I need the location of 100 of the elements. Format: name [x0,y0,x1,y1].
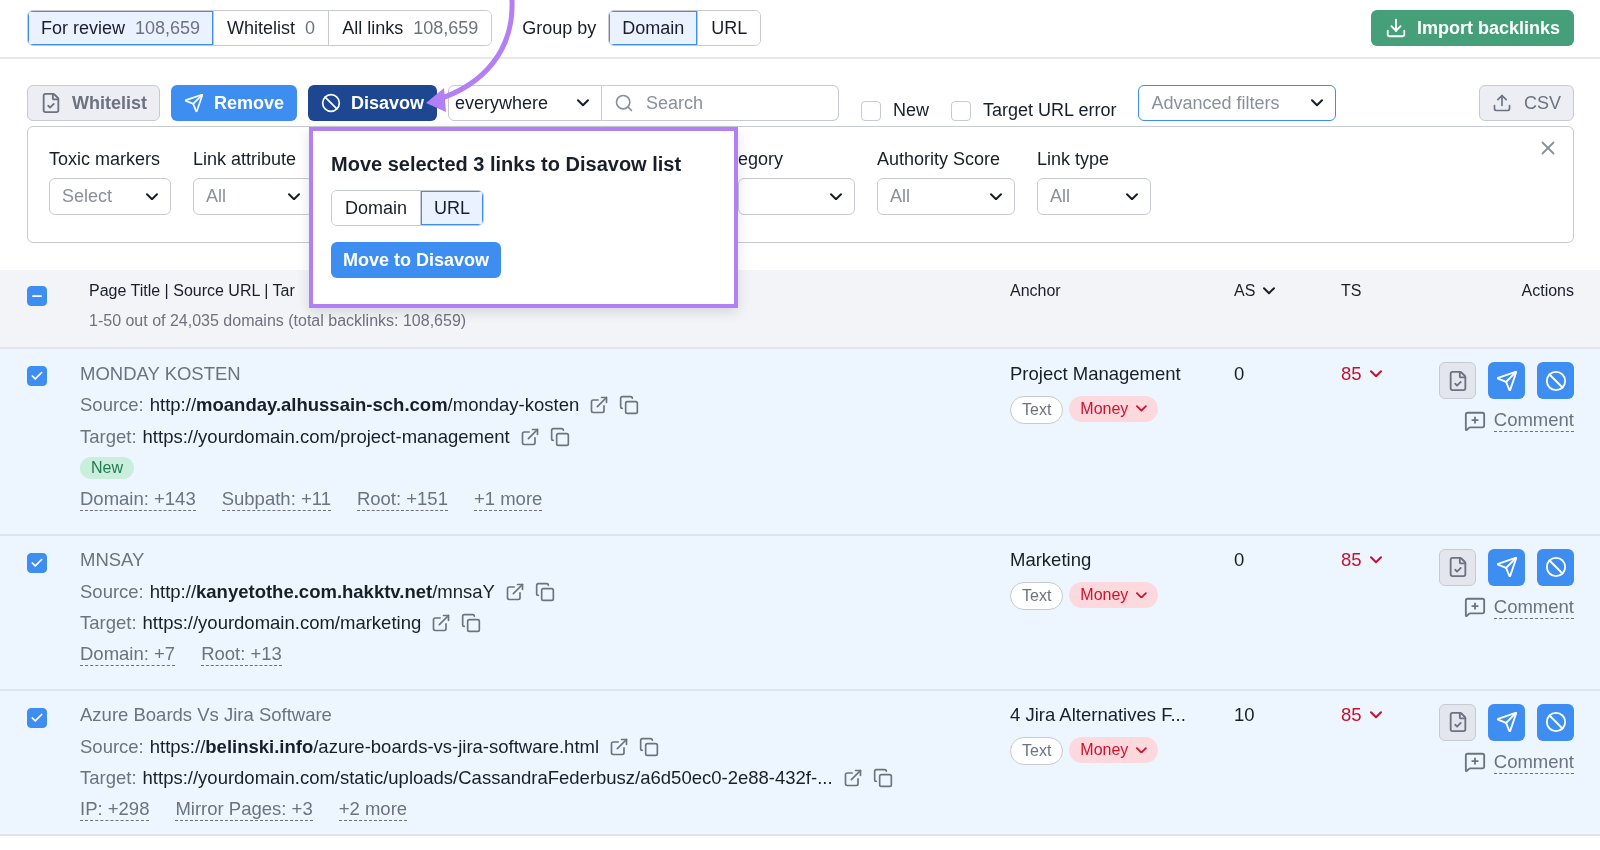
toxicity-score[interactable]: 85 [1341,699,1404,731]
chevron-down-icon [1369,556,1382,564]
popover-title: Move selected 3 links to Disavow list [331,153,683,176]
metric-link[interactable]: Root: +151 [356,488,448,512]
metric-link[interactable]: Root: +13 [201,643,282,667]
csv-export-button[interactable]: CSV [1479,85,1574,121]
toxicity-score[interactable]: 85 [1341,544,1404,576]
filter-select[interactable]: All [1037,178,1151,215]
column-header: Anchor [1010,282,1061,300]
search-input[interactable]: Search [644,91,819,115]
authority-score: 10 [1234,704,1255,727]
filter-select[interactable]: Select [49,178,171,215]
chevron-down-icon [288,192,300,201]
chevron-down-icon [990,192,1002,201]
checkbox[interactable] [861,100,882,121]
column-header: Actions [1521,282,1574,300]
copy-icon[interactable] [534,581,555,602]
comment-link[interactable]: Comment [1463,595,1574,619]
external-link-icon[interactable] [589,395,610,416]
search-field[interactable]: Search [602,85,840,121]
chevron-down-icon [1136,591,1148,599]
target-label: Target: [80,612,137,635]
metric-link[interactable]: +2 more [338,798,408,822]
checkbox[interactable] [951,100,972,121]
import-backlinks-button[interactable]: Import backlinks [1370,10,1574,46]
chevron-down-icon [577,99,590,107]
row-checkbox[interactable] [27,366,47,386]
remove-button[interactable]: Remove [171,85,298,121]
metric-link[interactable]: Mirror Pages: +3 [175,798,313,822]
checkbox-label: New [893,100,930,121]
filter-tab[interactable]: For review 108,659 [28,11,215,45]
remove-button[interactable] [1488,703,1525,741]
checkbox-label: Target URL error [983,100,1117,121]
link-type-tag: Text [1010,395,1064,424]
download-icon [1384,17,1407,39]
filter-label: Link type [1037,149,1111,170]
group-by-label: Group by [522,17,597,40]
chevron-down-icon [1369,369,1382,378]
upload-icon [1492,93,1512,113]
whitelist-button[interactable] [1439,362,1476,399]
whitelist-button[interactable] [1439,548,1476,586]
external-link-icon[interactable] [431,613,452,634]
paper-plane-icon [1495,369,1518,392]
copy-icon[interactable] [619,395,640,416]
anchor-text: 4 Jira Alternatives F... [1010,704,1186,727]
page-title: MNSAY [80,549,145,572]
comment-link[interactable]: Comment [1463,750,1574,774]
disavow-scope-option[interactable]: Domain [332,191,422,225]
metric-link[interactable]: Domain: +7 [80,643,176,667]
advanced-filters-select[interactable]: Advanced filters [1138,85,1337,121]
external-link-icon[interactable] [609,736,630,757]
category-tag[interactable]: Money [1069,737,1159,763]
filter-label: Toxic markers [49,149,161,170]
external-link-icon[interactable] [504,581,525,602]
metric-link[interactable]: IP: +298 [80,798,150,822]
check-icon [30,369,44,383]
block-icon [1544,711,1567,733]
disavow-scope-option[interactable]: URL [421,191,484,225]
disavow-button[interactable] [1537,703,1574,741]
toxicity-score[interactable]: 85 [1341,358,1404,389]
filter-select[interactable]: All [877,178,1015,215]
disavow-button[interactable]: Disavow [308,85,438,121]
group-option[interactable]: Domain [609,11,699,45]
select-all-checkbox[interactable] [27,286,47,306]
category-tag[interactable]: Money [1069,582,1159,608]
column-header: TS [1341,282,1362,300]
chevron-down-icon [1263,287,1276,295]
page-title: Azure Boards Vs Jira Software [80,704,332,727]
metric-link[interactable]: Domain: +143 [80,488,196,512]
scope-select[interactable]: everywhere [448,85,603,121]
copy-icon[interactable] [549,426,570,447]
copy-icon[interactable] [461,613,482,634]
disavow-button[interactable] [1537,362,1574,399]
whitelist-button[interactable] [1439,703,1476,741]
row-checkbox[interactable] [27,552,47,573]
whitelist-button[interactable]: Whitelist [27,85,160,121]
metric-link[interactable]: +1 more [473,488,543,512]
target-label: Target: [80,425,137,448]
results-summary: 1-50 out of 24,035 domains (total backlinks: 108,659) [89,312,468,330]
filter-label: Authority Score [877,149,1002,170]
add-comment-icon [1463,596,1486,618]
remove-button[interactable] [1488,548,1525,586]
add-comment-icon [1463,409,1486,432]
target-url: https://yourdomain.com/project-management [142,425,510,448]
disavow-button[interactable] [1537,548,1574,586]
external-link-icon[interactable] [519,426,540,447]
comment-link[interactable]: Comment [1463,409,1574,432]
copy-icon[interactable] [639,736,660,757]
chevron-down-icon [1311,99,1324,107]
source-url: https://belinski.info/azure-boards-vs-jira-software.html [149,735,600,758]
remove-button[interactable] [1488,362,1525,399]
move-to-disavow-button[interactable]: Move to Disavow [331,242,502,278]
column-header[interactable]: AS [1234,282,1276,300]
source-label: Source: [80,394,144,417]
external-link-icon[interactable] [842,768,863,789]
chevron-down-icon [1126,192,1138,201]
category-tag[interactable]: Money [1069,395,1159,422]
metric-link[interactable]: Subpath: +11 [221,488,331,512]
copy-icon[interactable] [872,768,893,789]
row-checkbox[interactable] [27,707,47,728]
